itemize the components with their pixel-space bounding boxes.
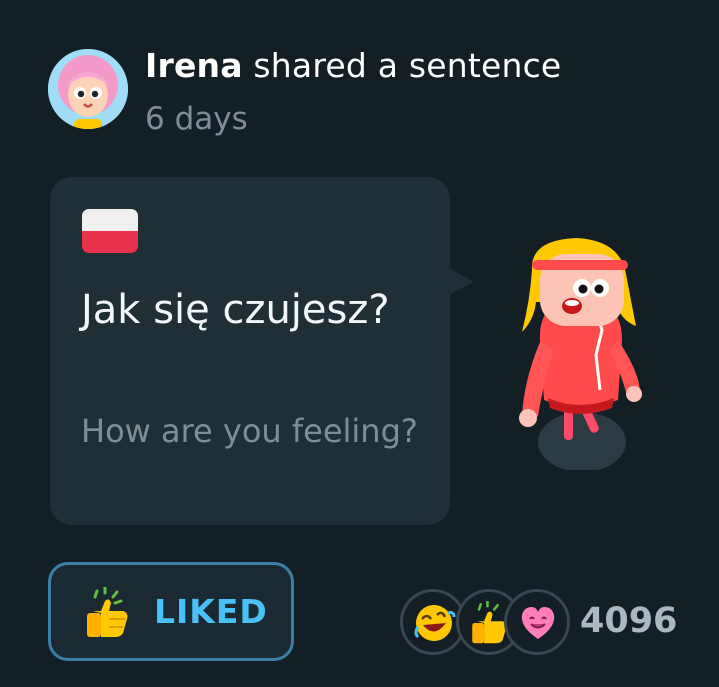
heart-face-icon (521, 607, 555, 639)
sentence-card: Jak się czujesz? How are you feeling? (50, 177, 450, 525)
timestamp: 6 days (145, 101, 248, 137)
reactions-summary[interactable]: 4096 (400, 589, 700, 659)
liked-label: LIKED (154, 592, 268, 631)
poland-flag-icon (82, 209, 138, 253)
liked-button[interactable]: LIKED (48, 562, 294, 661)
reaction-heart (504, 589, 570, 655)
thumbs-up-icon (87, 587, 128, 637)
character-illustration-icon (519, 238, 642, 470)
laughing-emoji-icon (414, 605, 456, 641)
avatar[interactable] (48, 49, 128, 129)
action-text: shared a sentence (242, 46, 562, 85)
reaction-count: 4096 (580, 601, 678, 641)
user-avatar-icon (48, 49, 128, 129)
post-header: Irena shared a sentence 6 days (48, 46, 688, 146)
post-title: Irena shared a sentence (145, 46, 561, 85)
user-name[interactable]: Irena (145, 46, 243, 85)
speech-bubble-tail (446, 266, 474, 296)
translation-text: How are you feeling? (81, 412, 418, 450)
sentence-text: Jak się czujesz? (81, 287, 390, 333)
